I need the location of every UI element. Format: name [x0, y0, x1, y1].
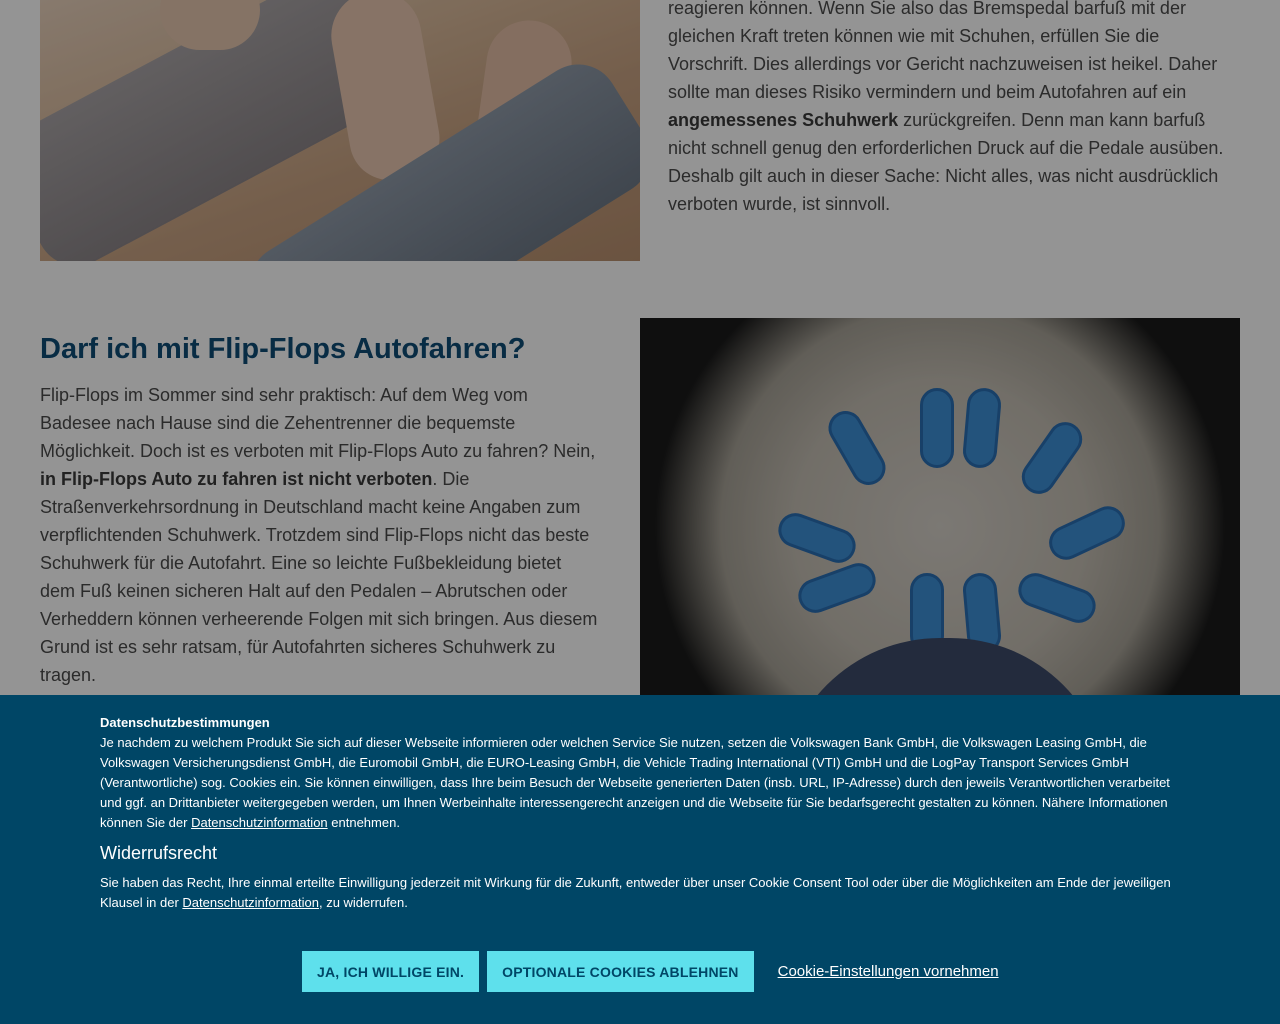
cookie-banner-content: Datenschutzbestimmungen Je nachdem zu we… — [100, 713, 1180, 913]
revocation-text-end: , zu widerrufen. — [318, 895, 408, 910]
privacy-info-link-2[interactable]: Datenschutzinformation — [182, 895, 319, 910]
cookie-banner: Datenschutzbestimmungen Je nachdem zu we… — [0, 695, 1280, 1024]
privacy-info-link[interactable]: Datenschutzinformation — [191, 815, 328, 830]
cookie-text: Je nachdem zu welchem Produkt Sie sich a… — [100, 733, 1180, 833]
accept-cookies-button[interactable]: JA, ICH WILLIGE EIN. — [302, 951, 480, 992]
cookie-title: Datenschutzbestimmungen — [100, 715, 270, 730]
cookie-buttons: JA, ICH WILLIGE EIN. OPTIONALE COOKIES A… — [302, 951, 999, 992]
reject-optional-cookies-button[interactable]: OPTIONALE COOKIES ABLEHNEN — [487, 951, 754, 992]
revocation-title: Widerrufsrecht — [100, 843, 218, 863]
cookie-text-end: entnehmen. — [327, 815, 400, 830]
cookie-settings-link[interactable]: Cookie-Einstellungen vornehmen — [778, 963, 999, 980]
revocation-text: Sie haben das Recht, Ihre einmal erteilt… — [100, 873, 1180, 913]
